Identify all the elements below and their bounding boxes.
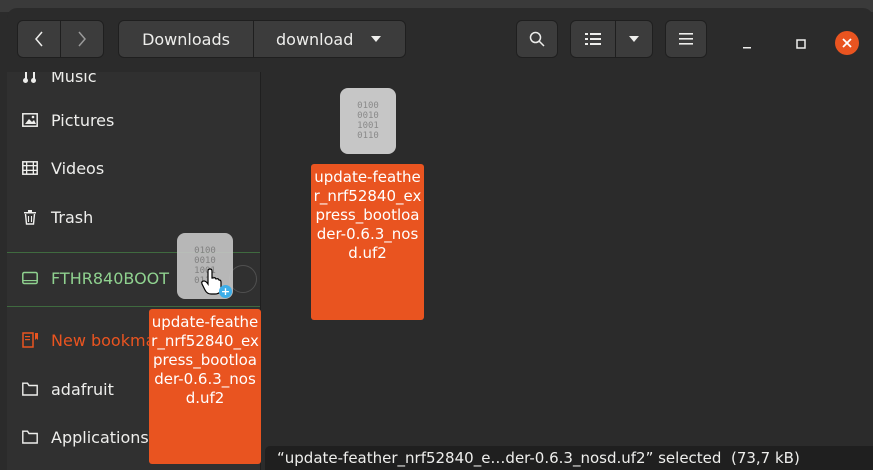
folder-icon xyxy=(21,428,39,446)
sidebar-item-label: Pictures xyxy=(51,110,115,130)
search-button[interactable] xyxy=(516,20,558,58)
breadcrumb-label: Downloads xyxy=(142,29,230,49)
chevron-right-icon xyxy=(78,31,86,47)
videos-icon xyxy=(21,159,39,177)
eject-button[interactable] xyxy=(229,265,257,293)
close-icon xyxy=(842,38,852,48)
breadcrumb-downloads[interactable]: Downloads xyxy=(118,20,254,58)
sidebar-item-label: Applications xyxy=(51,427,149,447)
sidebar-item-label: Videos xyxy=(51,158,105,178)
pictures-icon xyxy=(21,111,39,129)
sidebar-item-label: Music xyxy=(51,72,97,86)
file-name-label: update-feather_nrf52840_express_bootload… xyxy=(149,309,261,464)
bookmark-icon xyxy=(21,331,39,349)
minimize-button[interactable] xyxy=(735,32,759,56)
copy-plus-badge: + xyxy=(219,285,232,298)
music-icon xyxy=(21,72,39,85)
search-icon xyxy=(529,31,545,47)
drive-icon xyxy=(21,269,39,287)
file-name-label: update-feather_nrf52840_express_bootload… xyxy=(311,164,424,320)
list-view-button[interactable] xyxy=(570,20,616,58)
binary-file-icon: 0100 0010 1001 0110 xyxy=(340,88,396,154)
folder-icon xyxy=(21,380,39,398)
maximize-icon xyxy=(796,39,806,49)
chevron-left-icon xyxy=(35,31,43,47)
sidebar-item-pictures[interactable]: Pictures xyxy=(7,98,260,142)
view-options-button[interactable] xyxy=(615,20,653,58)
breadcrumb-download[interactable]: download xyxy=(253,20,406,58)
minimize-icon xyxy=(743,47,751,49)
chevron-down-icon xyxy=(629,36,639,42)
list-view-icon xyxy=(585,33,601,45)
sidebar-item-label: Trash xyxy=(51,207,94,227)
back-button[interactable] xyxy=(17,20,61,58)
main-menu-button[interactable] xyxy=(665,20,707,58)
sidebar-item-label: adafruit xyxy=(51,379,114,399)
sidebar-item-label: FTHR840BOOT xyxy=(51,268,170,288)
breadcrumb-label: download xyxy=(276,29,354,49)
sidebar-divider xyxy=(7,306,260,307)
chevron-down-icon xyxy=(371,36,382,42)
sidebar-item-videos[interactable]: Videos xyxy=(7,146,260,190)
headerbar: Downloads download xyxy=(7,8,873,72)
trash-icon xyxy=(21,208,39,226)
status-text: “update-feather_nrf52840_e…der-0.6.3_nos… xyxy=(277,449,800,467)
maximize-button[interactable] xyxy=(789,32,813,56)
sidebar-item-music[interactable]: Music xyxy=(7,72,260,98)
hamburger-menu-icon xyxy=(679,33,693,45)
status-bar: “update-feather_nrf52840_e…der-0.6.3_nos… xyxy=(265,446,873,470)
forward-button[interactable] xyxy=(60,20,104,58)
close-button[interactable] xyxy=(835,31,859,55)
